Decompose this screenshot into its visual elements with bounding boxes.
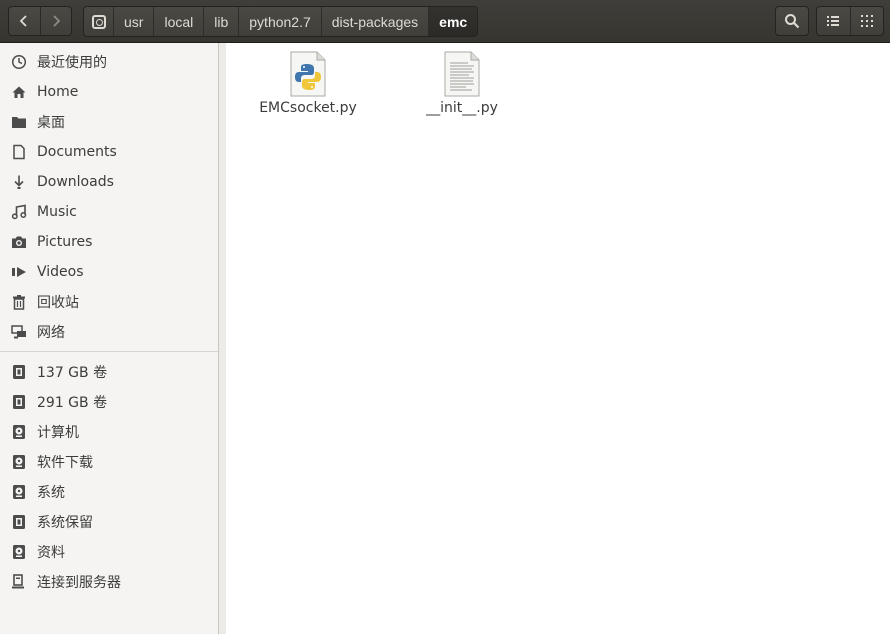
sidebar-separator	[0, 351, 218, 352]
sidebar: 最近使用的 Home 桌面 Documents Downloads Music …	[0, 43, 219, 634]
back-button[interactable]	[9, 7, 40, 35]
sidebar-item-computer[interactable]: 计算机	[0, 417, 218, 447]
path-bar: usr local lib python2.7 dist-packages em…	[83, 6, 479, 37]
search-button[interactable]	[775, 6, 809, 36]
sidebar-item-volume-291gb[interactable]: 291 GB 卷	[0, 387, 218, 417]
music-note-icon	[10, 204, 27, 221]
file-name: EMCsocket.py	[259, 100, 357, 116]
grid-icon	[860, 15, 873, 27]
crumb-root-disk[interactable]	[84, 7, 114, 36]
sidebar-item-label: 计算机	[37, 425, 79, 441]
drive-icon	[10, 394, 27, 411]
download-arrow-icon	[10, 174, 27, 191]
document-icon	[10, 144, 27, 161]
sidebar-item-network[interactable]: 网络	[0, 317, 218, 347]
sidebar-item-label: 桌面	[37, 115, 65, 131]
file-item-emcsocket[interactable]: EMCsocket.py	[248, 43, 368, 123]
sidebar-item-label: Downloads	[37, 174, 114, 190]
sidebar-item-recent[interactable]: 最近使用的	[0, 47, 218, 77]
crumb-emc[interactable]: emc	[429, 7, 478, 36]
sidebar-item-software-downloads[interactable]: 软件下载	[0, 447, 218, 477]
file-view: EMCsocket.py __init__.py	[226, 43, 890, 634]
grid-view-button[interactable]	[849, 7, 884, 35]
drive-icon	[10, 514, 27, 531]
file-item-init[interactable]: __init__.py	[402, 43, 522, 123]
sidebar-item-label: 网络	[37, 325, 65, 341]
chevron-right-icon	[53, 15, 61, 27]
sidebar-item-volume-137gb[interactable]: 137 GB 卷	[0, 357, 218, 387]
disk-icon	[91, 14, 106, 29]
forward-button[interactable]	[39, 7, 72, 35]
trash-icon	[10, 294, 27, 311]
sidebar-item-label: 连接到服务器	[37, 575, 121, 591]
disk-icon	[10, 424, 27, 441]
sidebar-item-videos[interactable]: Videos	[0, 257, 218, 287]
sidebar-item-home[interactable]: Home	[0, 77, 218, 107]
header-bar: usr local lib python2.7 dist-packages em…	[0, 0, 890, 43]
folder-icon	[10, 114, 27, 131]
sidebar-pane-divider[interactable]	[219, 43, 226, 634]
sidebar-item-label: 软件下载	[37, 455, 93, 471]
sidebar-item-label: 系统保留	[37, 515, 93, 531]
disk-icon	[10, 484, 27, 501]
recent-clock-icon	[10, 54, 27, 71]
sidebar-item-data[interactable]: 资料	[0, 537, 218, 567]
sidebar-item-trash[interactable]: 回收站	[0, 287, 218, 317]
disk-icon	[10, 454, 27, 471]
crumb-lib[interactable]: lib	[204, 7, 240, 36]
sidebar-item-label: Pictures	[37, 234, 93, 250]
video-icon	[10, 264, 27, 281]
crumb-dist-packages[interactable]: dist-packages	[322, 7, 430, 36]
sidebar-item-desktop[interactable]: 桌面	[0, 107, 218, 137]
sidebar-item-downloads[interactable]: Downloads	[0, 167, 218, 197]
list-view-button[interactable]	[817, 7, 850, 35]
sidebar-item-system-reserved[interactable]: 系统保留	[0, 507, 218, 537]
sidebar-item-system[interactable]: 系统	[0, 477, 218, 507]
camera-icon	[10, 234, 27, 251]
sidebar-item-label: Home	[37, 84, 79, 100]
disk-icon	[10, 544, 27, 561]
text-file-icon	[444, 51, 480, 97]
sidebar-item-label: 回收站	[37, 295, 79, 311]
crumb-python27[interactable]: python2.7	[239, 7, 322, 36]
sidebar-item-documents[interactable]: Documents	[0, 137, 218, 167]
sidebar-item-connect-server[interactable]: 连接到服务器	[0, 567, 218, 597]
list-icon	[827, 16, 840, 26]
sidebar-item-label: 系统	[37, 485, 65, 501]
sidebar-item-music[interactable]: Music	[0, 197, 218, 227]
sidebar-item-label: 137 GB 卷	[37, 365, 108, 381]
sidebar-item-label: Documents	[37, 144, 117, 160]
sidebar-item-label: Music	[37, 204, 77, 220]
search-icon	[785, 14, 800, 29]
sidebar-item-label: 资料	[37, 545, 65, 561]
sidebar-item-label: 最近使用的	[37, 55, 107, 71]
file-name: __init__.py	[426, 100, 498, 116]
server-icon	[10, 574, 27, 591]
view-switcher	[816, 6, 884, 36]
home-icon	[10, 84, 27, 101]
crumb-local[interactable]: local	[154, 7, 205, 36]
sidebar-item-label: 291 GB 卷	[37, 395, 108, 411]
chevron-left-icon	[19, 15, 27, 27]
network-icon	[10, 324, 27, 341]
python-file-icon	[290, 51, 326, 97]
crumb-usr[interactable]: usr	[114, 7, 155, 36]
history-nav	[8, 6, 72, 36]
sidebar-item-label: Videos	[37, 264, 84, 280]
sidebar-item-pictures[interactable]: Pictures	[0, 227, 218, 257]
drive-icon	[10, 364, 27, 381]
